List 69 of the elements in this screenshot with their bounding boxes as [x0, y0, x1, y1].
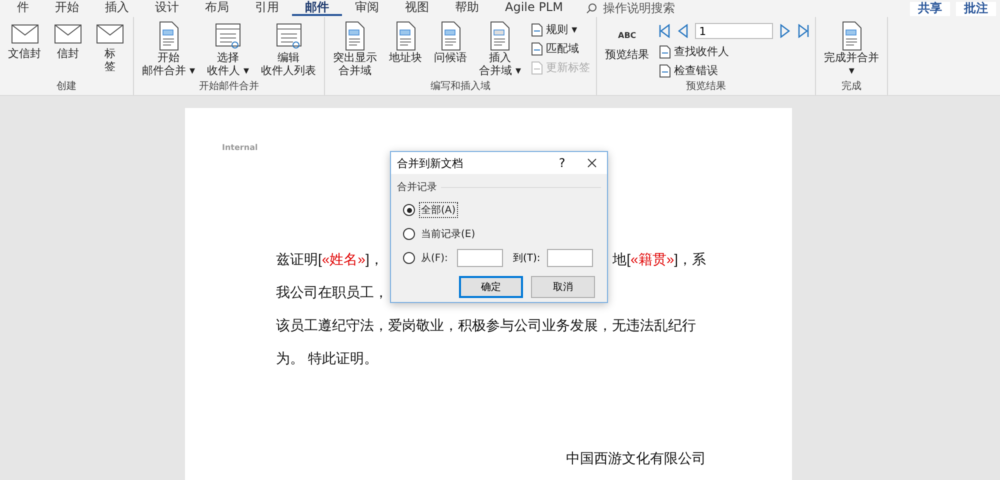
comments-button[interactable]: 批注: [956, 2, 996, 16]
ribbon-small-button[interactable]: 规则 ▾: [531, 21, 590, 38]
document-icon: [659, 44, 672, 58]
dialog-title: 合并到新文档: [397, 156, 464, 170]
ribbon-tab[interactable]: 插入: [92, 1, 142, 16]
ribbon-button[interactable]: 问候语: [432, 21, 470, 79]
cancel-button[interactable]: 取消: [531, 276, 595, 298]
ribbon-tab[interactable]: 开始: [42, 1, 92, 16]
ribbon-button[interactable]: 标 签: [93, 21, 127, 79]
ribbon-small-button[interactable]: 匹配域: [531, 40, 590, 57]
header-text: Internal: [222, 143, 258, 152]
close-icon: [587, 158, 597, 168]
ribbon-button[interactable]: 选择 收件人 ▾: [205, 21, 252, 79]
ribbon-tab[interactable]: 布局: [192, 1, 242, 16]
ribbon-tab[interactable]: Agile PLM: [492, 1, 576, 16]
option-label: 到(T):: [512, 252, 540, 265]
document-text: 为。 特此证明。: [276, 349, 378, 368]
ribbon-button[interactable]: 插入 合并域 ▾: [477, 21, 524, 79]
radio-button[interactable]: [403, 228, 415, 240]
radio-button[interactable]: [403, 204, 415, 216]
help-button[interactable]: ?: [547, 155, 577, 171]
ribbon-small-button[interactable]: 检查错误: [659, 62, 810, 79]
document-icon: [531, 60, 544, 74]
option-label[interactable]: 全部(A): [419, 202, 458, 218]
ribbon-tab[interactable]: 帮助: [442, 1, 492, 16]
document-text: 兹证明[«姓名»]，: [276, 250, 384, 269]
from-field[interactable]: [456, 249, 503, 267]
next-icon[interactable]: [779, 24, 792, 38]
ribbon-tab[interactable]: 引用: [242, 1, 292, 16]
previous-icon[interactable]: [677, 24, 690, 38]
group-label: 合并记录: [397, 180, 437, 194]
table-icon: [213, 21, 244, 51]
ribbon-tab[interactable]: 审阅: [342, 1, 392, 16]
document-icon: [531, 22, 544, 36]
to-field[interactable]: [547, 249, 594, 267]
group-label: 完成: [840, 80, 863, 94]
ribbon-button[interactable]: 完成并合并 ▾: [822, 21, 882, 79]
document-text: 我公司在职员工，: [276, 283, 388, 302]
ribbon-button[interactable]: 文信封: [6, 21, 43, 79]
group-label: 预览结果: [685, 80, 728, 94]
ribbon-tab[interactable]: 设计: [142, 1, 192, 16]
ribbon-small-button[interactable]: 查找收件人: [659, 43, 810, 60]
ribbon-button[interactable]: 地址块: [387, 21, 424, 79]
document-text: 该员工遵纪守法，爱岗敬业，积极参与公司业务发展，无违法乱纪行: [276, 316, 696, 335]
search-icon: [586, 3, 597, 14]
ok-button[interactable]: 确定: [459, 276, 523, 298]
ribbon-tab[interactable]: 视图: [392, 1, 442, 16]
last-record-icon[interactable]: [797, 24, 810, 38]
group-label: 编写和插入域: [430, 80, 492, 94]
table-icon: [274, 21, 304, 51]
ribbon-button[interactable]: 编辑 收件人列表: [259, 21, 318, 79]
group-label: 开始邮件合并: [198, 80, 260, 94]
ribbon-button[interactable]: ABC 预览结果: [603, 21, 652, 79]
option-label[interactable]: 当前记录(E): [419, 226, 478, 242]
document-icon: [531, 42, 544, 56]
ribbon-button[interactable]: 开始 邮件合并 ▾: [140, 21, 198, 79]
search-field[interactable]: 操作说明搜索: [602, 0, 675, 17]
record-field[interactable]: 1: [695, 23, 774, 39]
ribbon-button[interactable]: 信封: [51, 21, 85, 79]
signature-text: 中国西游文化有限公司: [565, 450, 706, 468]
option-label[interactable]: 从(F):: [419, 250, 450, 266]
document-icon: [659, 64, 672, 78]
document-text: 地[«籍贯»]，系: [612, 250, 706, 269]
group-label: 创建: [56, 80, 78, 94]
first-record-icon[interactable]: [659, 24, 672, 38]
share-button[interactable]: 共享: [910, 2, 950, 16]
ribbon-tab[interactable]: 件: [4, 1, 42, 16]
radio-button[interactable]: [403, 252, 415, 264]
ribbon-button[interactable]: 突出显示 合并域: [331, 21, 380, 79]
